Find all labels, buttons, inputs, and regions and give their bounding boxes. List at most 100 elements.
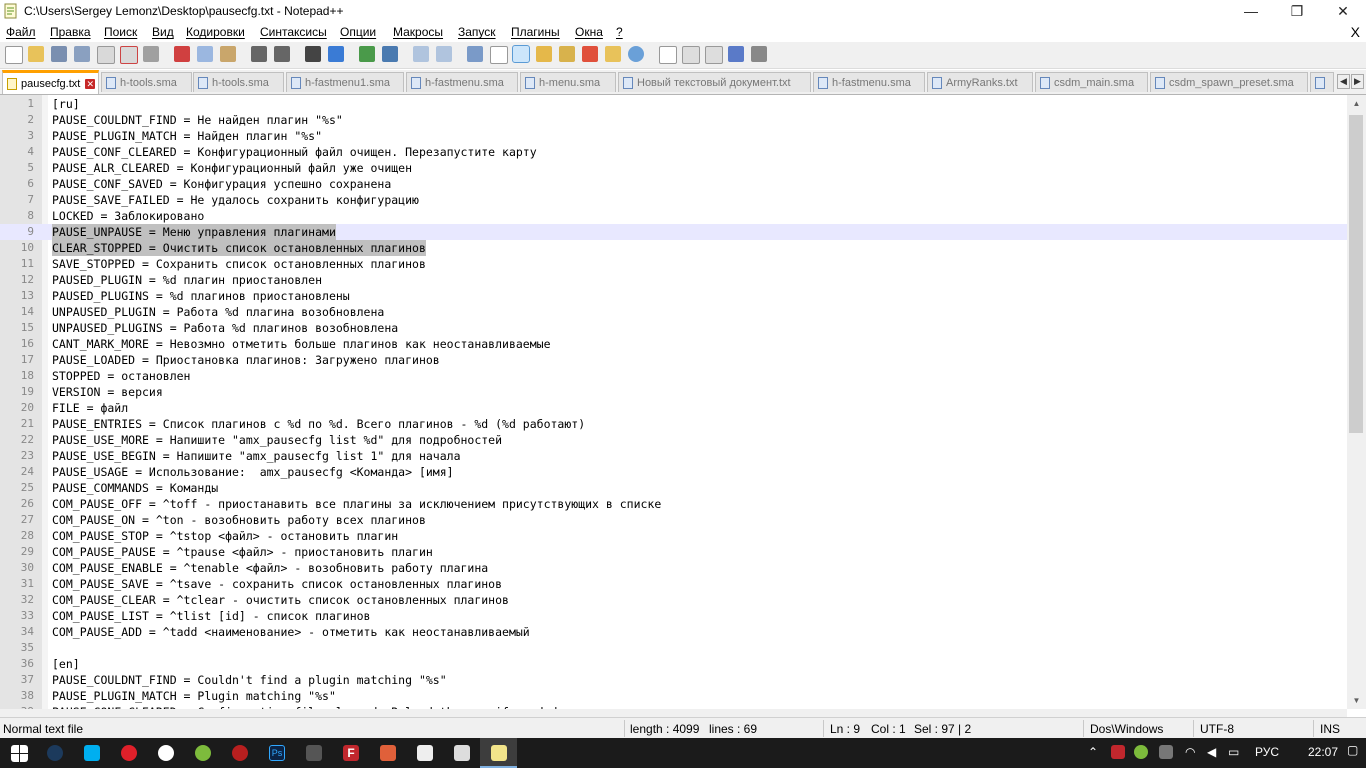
editor-line[interactable]: 13 PAUSED_PLUGINS = %d плагинов приостано… <box>0 288 1347 304</box>
menu-search[interactable]: Поиск <box>104 25 137 39</box>
menu-run[interactable]: Запуск <box>458 25 496 39</box>
editor-line[interactable]: 34 COM_PAUSE_ADD = ^tadd <наименование> -… <box>0 624 1347 640</box>
scroll-thumb[interactable] <box>1349 115 1363 433</box>
sync-horizontal-icon[interactable] <box>436 46 452 62</box>
editor-line[interactable]: 6 PAUSE_CONF_SAVED = Конфигурация успешно… <box>0 176 1347 192</box>
editor-line[interactable]: 22 PAUSE_USE_MORE = Напишите "amx_pausecf… <box>0 432 1347 448</box>
skype-icon[interactable] <box>84 745 100 761</box>
record-app-icon[interactable] <box>232 745 248 761</box>
editor-line[interactable]: 20 FILE = файл <box>0 400 1347 416</box>
menu-edit[interactable]: Правка <box>50 25 91 39</box>
function-list-icon[interactable] <box>582 46 598 62</box>
menu-plugins[interactable]: Плагины <box>511 25 560 39</box>
editor-line[interactable]: 35 <box>0 640 1347 656</box>
tab-pausecfg[interactable]: pausecfg.txt ✕ <box>2 70 99 94</box>
editor-line[interactable]: 8 LOCKED = Заблокировано <box>0 208 1347 224</box>
close-all-icon[interactable] <box>120 46 138 64</box>
play-macro-icon[interactable] <box>705 46 723 64</box>
clock[interactable]: 22:07 <box>1308 745 1338 759</box>
word-wrap-icon[interactable] <box>467 46 483 62</box>
menu-syntax[interactable]: Синтаксисы <box>260 25 327 39</box>
editor-line[interactable]: 11 SAVE_STOPPED = Сохранить список остано… <box>0 256 1347 272</box>
folder-workspace-icon[interactable] <box>605 46 621 62</box>
editor-line[interactable]: 30 COM_PAUSE_ENABLE = ^tenable <файл> - в… <box>0 560 1347 576</box>
editor-line[interactable]: 1 [ru] <box>0 96 1347 112</box>
vertical-scrollbar[interactable]: ▲ ▼ <box>1347 95 1366 709</box>
paste-icon[interactable] <box>220 46 236 62</box>
undo-icon[interactable] <box>251 46 267 62</box>
editor-line[interactable]: 19 VERSION = версия <box>0 384 1347 400</box>
tab-armyranks[interactable]: ArmyRanks.txt <box>927 72 1033 92</box>
editor-line[interactable]: 36 [en] <box>0 656 1347 672</box>
record-macro-icon[interactable] <box>659 46 677 64</box>
editor-line[interactable]: 31 COM_PAUSE_SAVE = ^tsave - сохранить сп… <box>0 576 1347 592</box>
close-icon[interactable] <box>97 46 115 64</box>
tab-csdm-main[interactable]: csdm_main.sma <box>1035 72 1148 92</box>
minimize-button[interactable]: — <box>1228 0 1274 22</box>
editor-line[interactable]: 9 PAUSE_UNPAUSE = Меню управления плагина… <box>0 224 1347 240</box>
tab-h-menu[interactable]: h-menu.sma <box>520 72 616 92</box>
editor-line[interactable]: 38 PAUSE_PLUGIN_MATCH = Plugin matching "… <box>0 688 1347 704</box>
tab-h-tools[interactable]: h-tools.sma <box>101 72 192 92</box>
notepadpp-icon[interactable] <box>491 745 507 761</box>
editor-area[interactable]: 1 [ru] 2 PAUSE_COULDNT_FIND = Не найден пла… <box>0 95 1347 709</box>
show-hidden-icons-icon[interactable]: ⌃ <box>1088 745 1098 759</box>
editor-line[interactable]: 25 PAUSE_COMMANDS = Команды <box>0 480 1347 496</box>
windows-start-icon[interactable] <box>11 745 28 762</box>
sync-vertical-icon[interactable] <box>413 46 429 62</box>
photoshop-icon[interactable]: Ps <box>269 745 285 761</box>
tab-overflow[interactable] <box>1310 72 1334 92</box>
app-icon[interactable] <box>454 745 470 761</box>
new-file-icon[interactable] <box>5 46 23 64</box>
steam-icon[interactable] <box>47 745 63 761</box>
editor-line[interactable]: 5 PAUSE_ALR_CLEARED = Конфигурационный фа… <box>0 160 1347 176</box>
opera-icon[interactable] <box>121 745 137 761</box>
open-file-icon[interactable] <box>28 46 44 62</box>
game-app-icon[interactable] <box>380 745 396 761</box>
film-app-icon[interactable] <box>306 745 322 761</box>
horizontal-scrollbar[interactable] <box>0 709 1347 717</box>
doc-map-icon[interactable] <box>559 46 575 62</box>
editor-line[interactable]: 2 PAUSE_COULDNT_FIND = Не найден плагин "… <box>0 112 1347 128</box>
editor-line[interactable]: 24 PAUSE_USAGE = Использование: amx_pause… <box>0 464 1347 480</box>
menu-encoding[interactable]: Кодировки <box>186 25 245 39</box>
menu-help[interactable]: ? <box>616 25 623 39</box>
tab-h-fastmenu[interactable]: h-fastmenu.sma <box>406 72 518 92</box>
editor-line[interactable]: 10 CLEAR_STOPPED = Очистить список остано… <box>0 240 1347 256</box>
editor-line[interactable]: 16 CANT_MARK_MORE = Невозмно отметить бол… <box>0 336 1347 352</box>
editor-line[interactable]: 3 PAUSE_PLUGIN_MATCH = Найден плагин "%s" <box>0 128 1347 144</box>
menu-view[interactable]: Вид <box>152 25 174 39</box>
editor-line[interactable]: 14 UNPAUSED_PLUGIN = Работа %d плагина во… <box>0 304 1347 320</box>
menu-file[interactable]: Файл <box>6 25 36 39</box>
utorrent-icon[interactable] <box>195 745 211 761</box>
input-language[interactable]: РУС <box>1255 745 1279 759</box>
filezilla-icon[interactable]: F <box>343 745 359 761</box>
editor-line[interactable]: 29 COM_PAUSE_PAUSE = ^tpause <файл> - при… <box>0 544 1347 560</box>
editor-line[interactable]: 28 COM_PAUSE_STOP = ^tstop <файл> - остан… <box>0 528 1347 544</box>
editor-line[interactable]: 18 STOPPED = остановлен <box>0 368 1347 384</box>
tab-h-tools-2[interactable]: h-tools.sma <box>193 72 284 92</box>
save-all-icon[interactable] <box>74 46 90 62</box>
menu-macros[interactable]: Макросы <box>393 25 443 39</box>
menu-windows[interactable]: Окна <box>575 25 603 39</box>
text-lines[interactable]: 1 [ru] 2 PAUSE_COULDNT_FIND = Не найден пла… <box>0 96 1347 709</box>
tab-scroll-left-button[interactable]: ◀ <box>1337 74 1350 89</box>
wifi-icon[interactable]: ◠ <box>1185 745 1195 759</box>
redo-icon[interactable] <box>274 46 290 62</box>
tray-filezilla-icon[interactable] <box>1111 745 1125 759</box>
editor-line[interactable]: 23 PAUSE_USE_BEGIN = Напишите "amx_pausec… <box>0 448 1347 464</box>
editor-line[interactable]: 26 COM_PAUSE_OFF = ^toff - приостанавить … <box>0 496 1347 512</box>
yandex-browser-icon[interactable] <box>158 745 174 761</box>
print-icon[interactable] <box>143 46 159 62</box>
tab-h-fastmenu-2[interactable]: h-fastmenu.sma <box>813 72 925 92</box>
menu-options[interactable]: Опции <box>340 25 376 39</box>
scroll-down-button[interactable]: ▼ <box>1347 692 1366 709</box>
volume-icon[interactable]: ◀ <box>1207 745 1216 759</box>
find-icon[interactable] <box>305 46 321 62</box>
indent-guide-icon[interactable] <box>512 45 530 63</box>
editor-line[interactable]: 15 UNPAUSED_PLUGINS = Работа %d плагинов … <box>0 320 1347 336</box>
language-icon[interactable] <box>536 46 552 62</box>
notifications-tray-icon[interactable]: ▭ <box>1228 745 1239 759</box>
editor-line[interactable]: 7 PAUSE_SAVE_FAILED = Не удалось сохранит… <box>0 192 1347 208</box>
run-macro-multiple-icon[interactable] <box>728 46 744 62</box>
